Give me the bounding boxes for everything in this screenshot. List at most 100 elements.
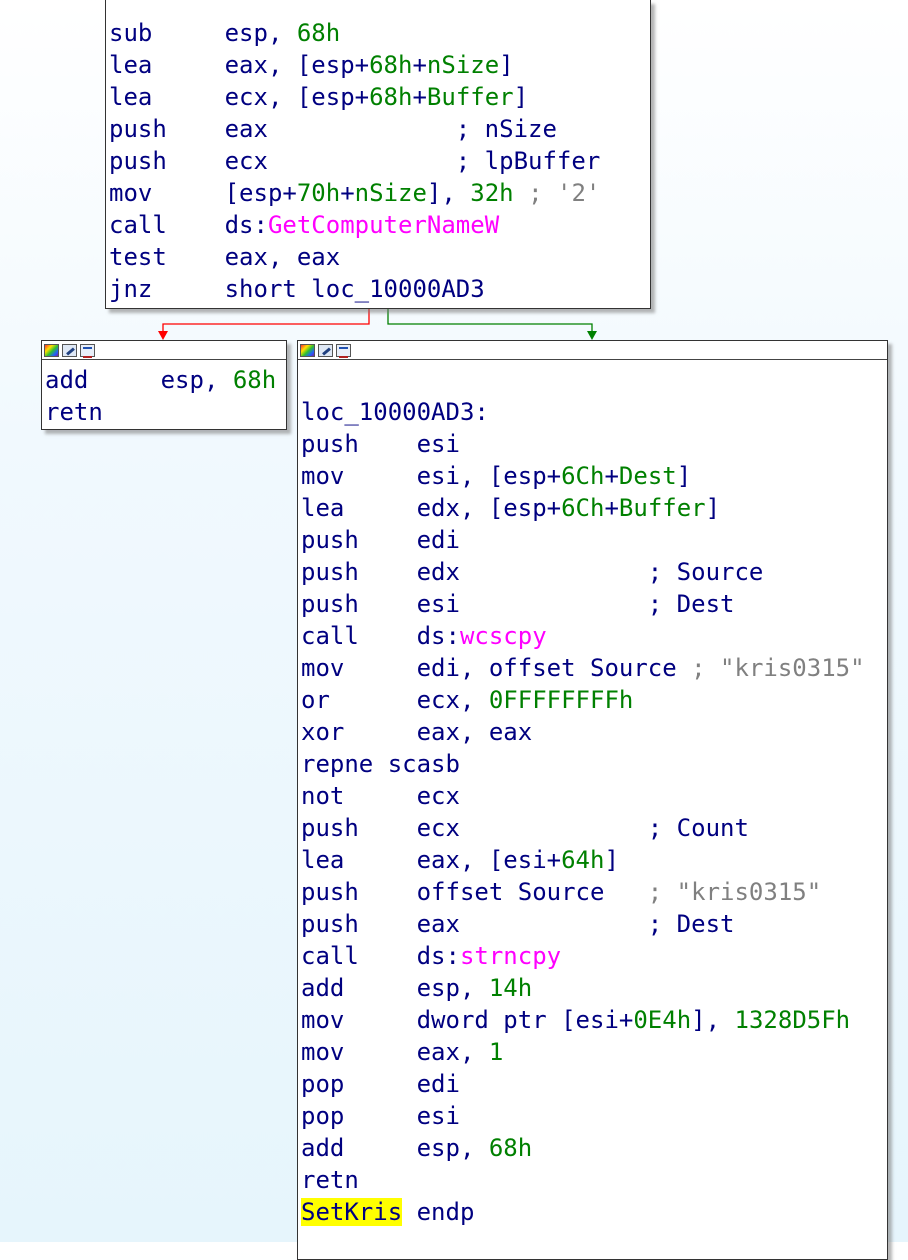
column-gap bbox=[88, 366, 160, 394]
instruction-line[interactable]: mov dword ptr [esi+0E4h], 1328D5Fh bbox=[301, 1004, 887, 1036]
operand: ], bbox=[691, 1006, 735, 1034]
instruction-line[interactable]: push edx ; Source bbox=[301, 556, 887, 588]
color-palette-icon[interactable] bbox=[44, 343, 59, 357]
instruction-line[interactable]: or ecx, 0FFFFFFFFh bbox=[301, 684, 887, 716]
instruction-line[interactable]: retn bbox=[45, 396, 286, 428]
proc-name[interactable]: SetKris bbox=[301, 1198, 403, 1226]
column-gap bbox=[344, 846, 416, 874]
column-gap bbox=[152, 51, 224, 79]
pencil-icon[interactable] bbox=[62, 343, 77, 357]
operand: ] bbox=[676, 462, 692, 490]
operand: edx ; Source bbox=[416, 558, 764, 586]
instruction-line[interactable]: lea eax, [esi+64h] bbox=[301, 844, 887, 876]
mnemonic: push bbox=[109, 115, 167, 143]
instruction-line[interactable]: xor eax, eax bbox=[301, 716, 887, 748]
operand: 6Ch bbox=[561, 494, 605, 522]
column-gap bbox=[344, 782, 416, 810]
instruction-line[interactable]: pop esi bbox=[301, 1100, 887, 1132]
graph-icon[interactable] bbox=[336, 343, 351, 358]
column-gap bbox=[344, 1134, 416, 1162]
mnemonic: push bbox=[301, 878, 359, 906]
operand: edi, offset Source bbox=[416, 654, 677, 682]
operand: 68h bbox=[296, 19, 341, 47]
instruction-line[interactable]: call ds:wcscpy bbox=[301, 620, 887, 652]
column-gap bbox=[167, 115, 225, 143]
block-header bbox=[298, 341, 887, 360]
instruction-line[interactable]: push esi bbox=[301, 428, 887, 460]
instruction-line[interactable]: push eax ; Dest bbox=[301, 908, 887, 940]
operand: Buffer bbox=[426, 83, 514, 111]
operand: ] bbox=[513, 83, 529, 111]
instruction-line[interactable]: mov [esp+70h+nSize], 32h ; '2' bbox=[109, 177, 650, 209]
operand: ] bbox=[705, 494, 721, 522]
operand: ds: bbox=[224, 211, 268, 239]
mnemonic: retn bbox=[45, 398, 103, 426]
column-gap bbox=[359, 814, 417, 842]
column-gap bbox=[152, 275, 224, 303]
mnemonic: lea bbox=[109, 83, 153, 111]
instruction-line[interactable]: mov edi, offset Source ; "kris0315" bbox=[301, 652, 887, 684]
instruction-line[interactable]: call ds:strncpy bbox=[301, 940, 887, 972]
instruction-line[interactable]: repne scasb bbox=[301, 748, 887, 780]
mnemonic: pop bbox=[301, 1102, 345, 1130]
instruction-line[interactable]: sub esp, 68h bbox=[109, 17, 650, 49]
operand: eax, eax bbox=[224, 243, 341, 271]
mnemonic: add bbox=[301, 1134, 345, 1162]
instruction-line[interactable]: add esp, 68h bbox=[45, 364, 286, 396]
pencil-icon[interactable] bbox=[318, 343, 333, 357]
operand: ; "kris0315" bbox=[647, 878, 822, 906]
instruction-line[interactable]: not ecx bbox=[301, 780, 887, 812]
operand: + bbox=[604, 494, 619, 522]
code-block-success[interactable]: loc_10000AD3: push esi mov esi, [esp+6Ch+… bbox=[297, 340, 888, 1260]
instruction-line[interactable]: lea ecx, [esp+68h+Buffer] bbox=[109, 81, 650, 113]
instruction-line[interactable]: add esp, 68h bbox=[301, 1132, 887, 1164]
operand: eax, [esp+ bbox=[224, 51, 370, 79]
operand: edi bbox=[416, 526, 460, 554]
column-gap bbox=[344, 462, 416, 490]
edge-false bbox=[162, 309, 370, 337]
operand: eax, [esi+ bbox=[416, 846, 562, 874]
column-gap bbox=[359, 910, 417, 938]
block-header bbox=[42, 341, 286, 360]
operand: ds: bbox=[416, 942, 460, 970]
color-palette-icon[interactable] bbox=[300, 343, 315, 357]
instruction-line[interactable]: mov eax, 1 bbox=[301, 1036, 887, 1068]
mnemonic: push bbox=[301, 526, 359, 554]
column-gap bbox=[359, 622, 417, 650]
column-gap bbox=[359, 590, 417, 618]
instruction-line[interactable]: mov esi, [esp+6Ch+Dest] bbox=[301, 460, 887, 492]
instruction-line[interactable]: jnz short loc_10000AD3 bbox=[109, 273, 650, 305]
operand: wcscpy bbox=[459, 622, 547, 650]
instruction-line[interactable]: test eax, eax bbox=[109, 241, 650, 273]
mnemonic: mov bbox=[109, 179, 153, 207]
edge-true bbox=[387, 309, 593, 337]
location-label[interactable]: loc_10000AD3: bbox=[301, 396, 887, 428]
instruction-line[interactable]: call ds:GetComputerNameW bbox=[109, 209, 650, 241]
operand: ds: bbox=[416, 622, 460, 650]
instruction-line[interactable]: push esi ; Dest bbox=[301, 588, 887, 620]
operand: 68h bbox=[369, 51, 413, 79]
instruction-line[interactable]: push eax ; nSize bbox=[109, 113, 650, 145]
operand: nSize bbox=[426, 51, 500, 79]
instruction-line[interactable]: lea edx, [esp+6Ch+Buffer] bbox=[301, 492, 887, 524]
code-listing-body: push esi mov esi, [esp+6Ch+Dest] lea edx, … bbox=[298, 428, 887, 1196]
operand: 6Ch bbox=[561, 462, 605, 490]
instruction-line[interactable]: push edi bbox=[301, 524, 887, 556]
mnemonic: mov bbox=[301, 654, 345, 682]
operand: esi bbox=[416, 430, 460, 458]
mnemonic: call bbox=[301, 622, 359, 650]
instruction-line[interactable]: push ecx ; Count bbox=[301, 812, 887, 844]
graph-icon[interactable] bbox=[80, 343, 95, 358]
instruction-line[interactable]: pop edi bbox=[301, 1068, 887, 1100]
instruction-line[interactable]: push ecx ; lpBuffer bbox=[109, 145, 650, 177]
instruction-line[interactable]: push offset Source ; "kris0315" bbox=[301, 876, 887, 908]
code-block-fail[interactable]: add esp, 68h retn bbox=[41, 340, 287, 430]
mnemonic: lea bbox=[301, 494, 345, 522]
instruction-line[interactable]: lea eax, [esp+68h+nSize] bbox=[109, 49, 650, 81]
operand: strncpy bbox=[459, 942, 562, 970]
instruction-line[interactable]: retn bbox=[301, 1164, 887, 1196]
operand: ecx, bbox=[416, 686, 489, 714]
instruction-line[interactable]: add esp, 14h bbox=[301, 972, 887, 1004]
code-block-top[interactable]: sub esp, 68h lea eax, [esp+68h+nSize] lea … bbox=[105, 0, 651, 309]
column-gap bbox=[359, 558, 417, 586]
